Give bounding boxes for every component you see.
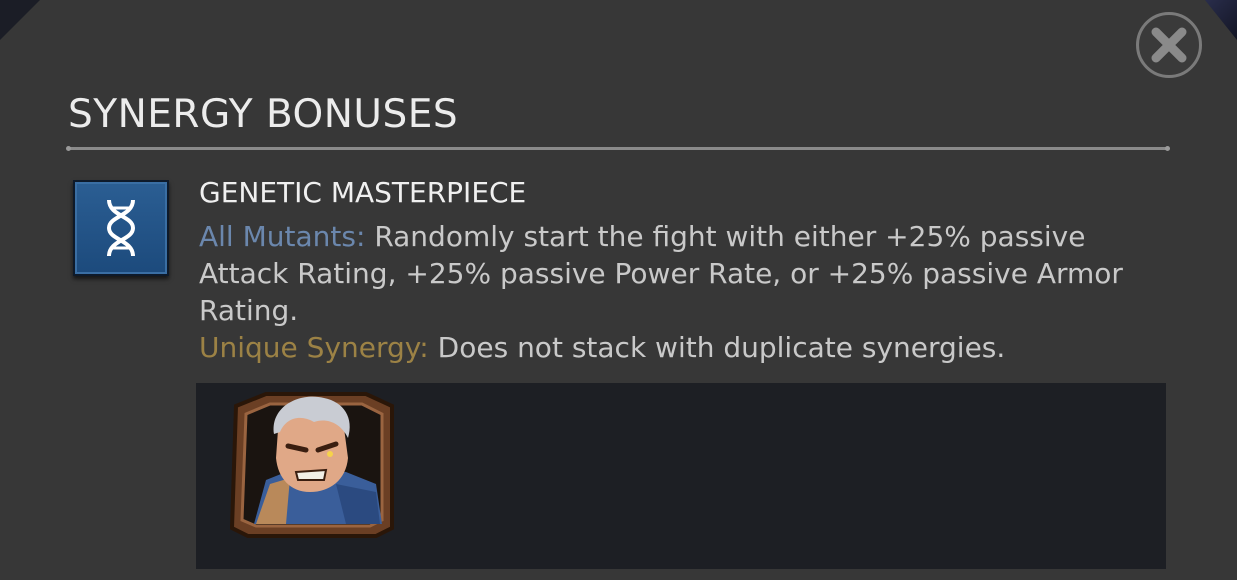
unique-synergy-label: Unique Synergy:: [199, 331, 429, 364]
champion-portrait[interactable]: [226, 388, 400, 540]
champion-portrait-icon: [229, 392, 394, 538]
close-icon: [1151, 27, 1187, 63]
synergy-icon: [73, 180, 169, 276]
mutants-label: All Mutants:: [199, 220, 366, 253]
dialog-title: SYNERGY BONUSES: [68, 92, 459, 137]
synergy-bonuses-dialog: SYNERGY BONUSES GENETIC MASTERPIECE All …: [0, 0, 1237, 580]
unique-synergy-text: Does not stack with duplicate synergies.: [437, 331, 1006, 364]
title-divider: [66, 146, 1170, 151]
synergy-name: GENETIC MASTERPIECE: [199, 176, 527, 209]
synergy-description: All Mutants: Randomly start the fight wi…: [199, 218, 1159, 366]
close-button[interactable]: [1136, 12, 1202, 78]
dna-icon: [106, 199, 136, 257]
